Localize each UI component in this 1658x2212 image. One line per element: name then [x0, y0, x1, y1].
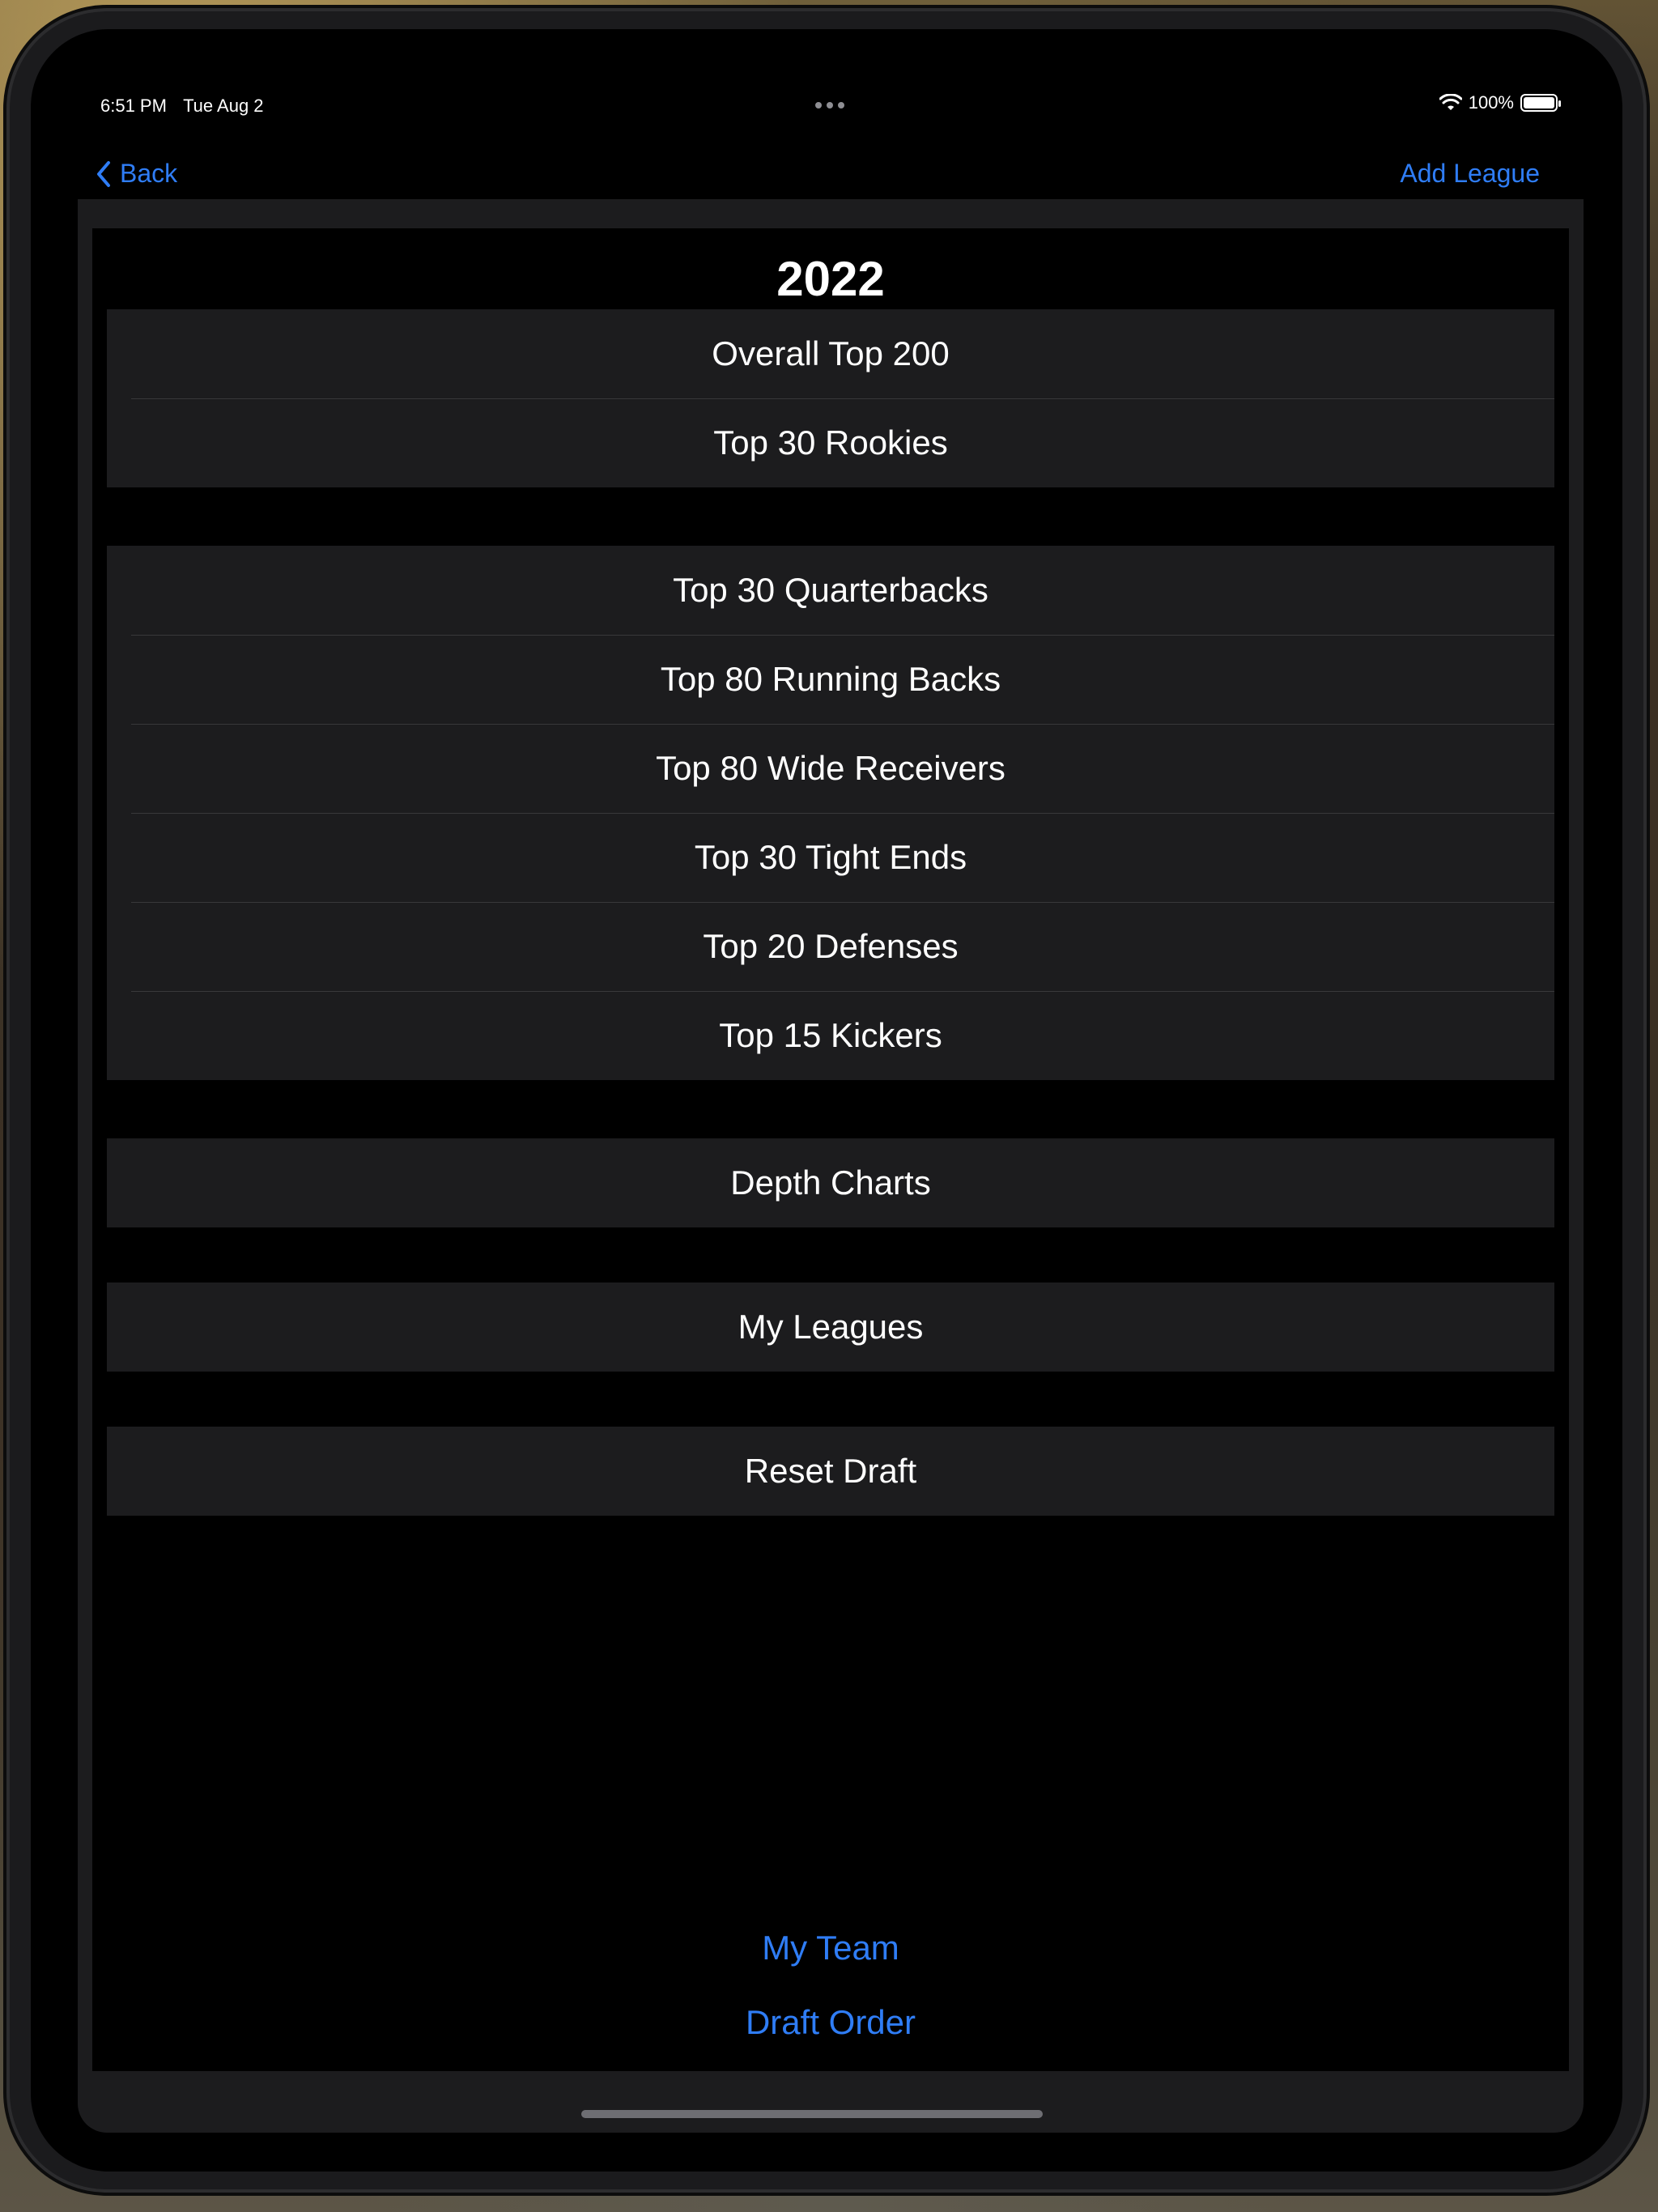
modal-sheet: 2022 Overall Top 200 Top 30 Rookies Top … [78, 199, 1584, 2133]
battery-percent: 100% [1468, 92, 1514, 113]
leagues-group: My Leagues [107, 1283, 1554, 1372]
list-item-top-30-tight-ends[interactable]: Top 30 Tight Ends [107, 813, 1554, 902]
back-label: Back [120, 159, 178, 188]
rankings-group-overall: Overall Top 200 Top 30 Rookies [107, 309, 1554, 487]
list-item-top-30-quarterbacks[interactable]: Top 30 Quarterbacks [107, 546, 1554, 635]
list-item-top-30-rookies[interactable]: Top 30 Rookies [107, 398, 1554, 487]
battery-level [1524, 97, 1554, 108]
ipad-frame: 6:51 PM Tue Aug 2 100% Back Add League 2… [10, 11, 1643, 2189]
battery-icon [1520, 94, 1561, 112]
rankings-group-positions: Top 30 Quarterbacks Top 80 Running Backs… [107, 546, 1554, 1080]
list-item-my-leagues[interactable]: My Leagues [107, 1283, 1554, 1372]
add-league-button[interactable]: Add League [1400, 159, 1540, 189]
draft-order-link[interactable]: Draft Order [92, 2003, 1569, 2042]
list-item-overall-top-200[interactable]: Overall Top 200 [107, 309, 1554, 398]
status-time: 6:51 PM [100, 96, 167, 116]
page-title: 2022 [776, 252, 885, 306]
list-item-top-80-wide-receivers[interactable]: Top 80 Wide Receivers [107, 724, 1554, 813]
home-indicator[interactable] [581, 2110, 1043, 2118]
list-item-depth-charts[interactable]: Depth Charts [107, 1138, 1554, 1227]
navigation-bar: Back Add League [31, 143, 1622, 191]
my-team-link[interactable]: My Team [92, 1929, 1569, 1967]
multitasking-dots-icon[interactable] [815, 102, 844, 108]
depth-charts-group: Depth Charts [107, 1138, 1554, 1227]
chevron-left-icon [97, 160, 110, 187]
status-date: Tue Aug 2 [183, 96, 264, 116]
back-button[interactable]: Back [96, 159, 177, 189]
screen: 6:51 PM Tue Aug 2 100% Back Add League 2… [31, 29, 1622, 2172]
status-bar: 6:51 PM Tue Aug 2 100% [31, 29, 1622, 116]
sheet-content: 2022 Overall Top 200 Top 30 Rookies Top … [92, 228, 1569, 2071]
status-indicators: 100% [1439, 92, 1561, 113]
list-item-top-80-running-backs[interactable]: Top 80 Running Backs [107, 635, 1554, 724]
status-datetime: 6:51 PM Tue Aug 2 [100, 96, 264, 117]
list-item-reset-draft[interactable]: Reset Draft [107, 1427, 1554, 1516]
list-item-top-15-kickers[interactable]: Top 15 Kickers [107, 991, 1554, 1080]
list-item-top-20-defenses[interactable]: Top 20 Defenses [107, 902, 1554, 991]
reset-group: Reset Draft [107, 1427, 1554, 1516]
wifi-icon [1439, 94, 1462, 110]
